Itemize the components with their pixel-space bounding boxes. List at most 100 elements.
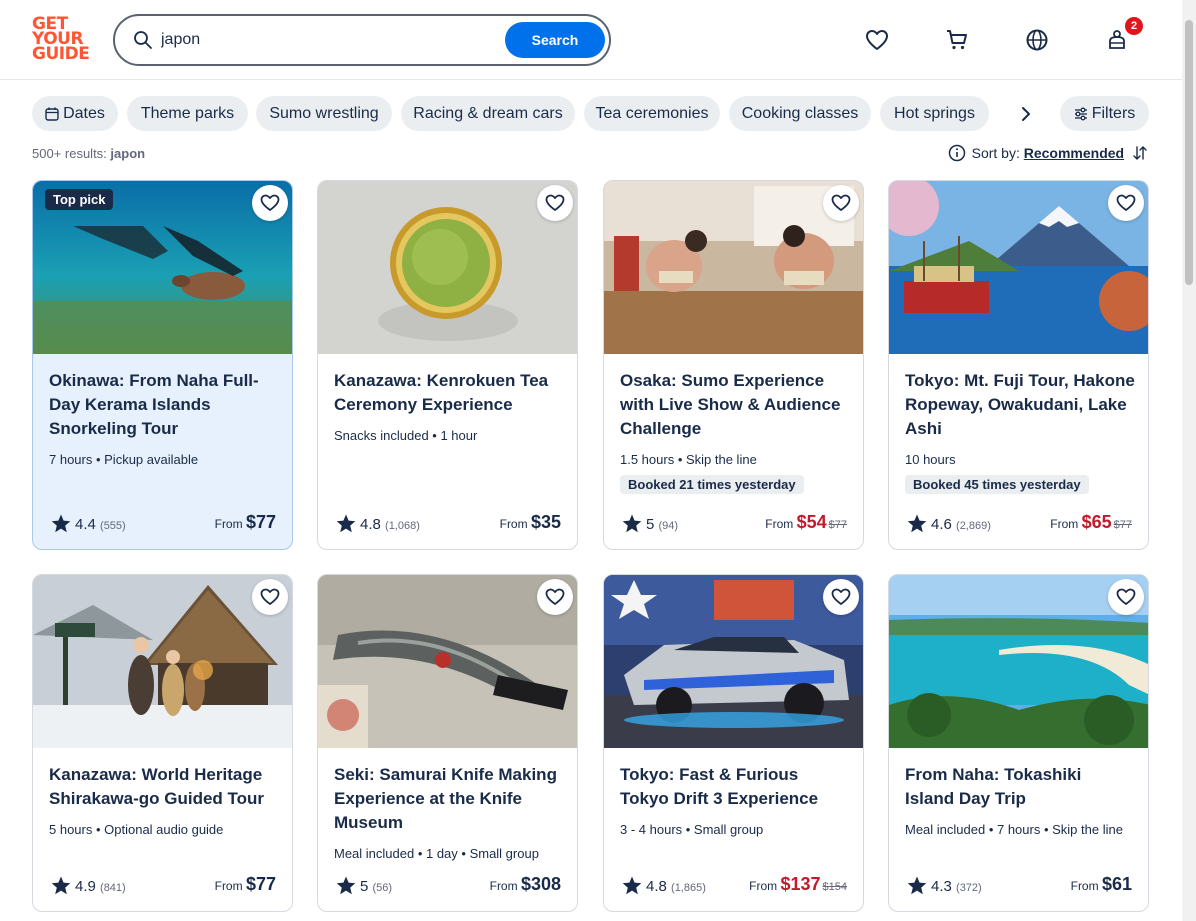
- activity-card[interactable]: From Naha: Tokashiki Island Day Trip Mea…: [888, 574, 1149, 912]
- filters-label: Filters: [1091, 105, 1136, 122]
- activity-meta: 3 - 4 hours • Small group: [620, 822, 764, 837]
- booked-yesterday-label: Booked 21 times yesterday: [620, 475, 804, 494]
- wishlist-button[interactable]: [252, 579, 288, 615]
- activity-price: From $54 $77: [765, 512, 847, 533]
- original-price: $77: [828, 519, 847, 531]
- activity-title[interactable]: Seki: Samurai Knife Making Experience at…: [334, 763, 564, 835]
- activity-card[interactable]: Kanazawa: Kenrokuen Tea Ceremony Experie…: [317, 180, 578, 550]
- review-count: (372): [956, 882, 982, 894]
- filters-button[interactable]: Filters: [1060, 96, 1149, 131]
- info-icon[interactable]: [948, 144, 966, 162]
- price-prefix: From: [214, 517, 243, 531]
- sort-control[interactable]: Sort by: Recommended: [948, 144, 1148, 162]
- search-button[interactable]: Search: [505, 22, 605, 58]
- star-icon: [907, 514, 927, 533]
- price-amount: $77: [245, 874, 276, 894]
- rating-value: 4.3: [931, 878, 952, 895]
- rating-value: 4.8: [646, 878, 667, 895]
- rating-value: 5: [646, 516, 655, 533]
- filter-chips: Dates Theme parks Sumo wrestling Racing …: [32, 96, 1152, 132]
- activity-title[interactable]: Okinawa: From Naha Full-Day Kerama Islan…: [49, 369, 279, 441]
- activity-meta: 7 hours • Pickup available: [49, 452, 199, 467]
- chevron-right-icon[interactable]: [1014, 104, 1038, 124]
- globe-icon[interactable]: [1024, 27, 1050, 53]
- activity-rating: 5 (94): [622, 514, 678, 533]
- sort-value[interactable]: Recommended: [1024, 145, 1124, 161]
- wishlist-button[interactable]: [823, 185, 859, 221]
- price-prefix: From: [765, 517, 794, 531]
- chip-label: Racing & dream cars: [413, 105, 563, 122]
- activity-rating: 4.9 (841): [51, 876, 126, 895]
- rating-value: 4.9: [75, 878, 96, 895]
- review-count: (2,869): [956, 520, 991, 532]
- review-count: (56): [372, 882, 393, 894]
- activity-card[interactable]: Tokyo: Mt. Fuji Tour, Hakone Ropeway, Ow…: [888, 180, 1149, 550]
- heart-icon: [831, 588, 851, 605]
- activity-card[interactable]: Seki: Samurai Knife Making Experience at…: [317, 574, 578, 912]
- sort-arrows-icon[interactable]: [1132, 145, 1148, 161]
- activity-meta: Snacks included • 1 hour: [334, 428, 478, 443]
- chip-theme-parks[interactable]: Theme parks: [127, 96, 248, 131]
- review-count: (841): [100, 882, 126, 894]
- activity-meta: 10 hours: [905, 452, 956, 467]
- price-prefix: From: [1070, 879, 1099, 893]
- activity-title[interactable]: Osaka: Sumo Experience with Live Show & …: [620, 369, 850, 441]
- heart-icon: [1116, 194, 1136, 211]
- chip-tea-ceremonies[interactable]: Tea ceremonies: [584, 96, 720, 131]
- activity-title[interactable]: Kanazawa: World Heritage Shirakawa-go Gu…: [49, 763, 279, 811]
- wishlist-button[interactable]: [1108, 579, 1144, 615]
- chip-label: Sumo wrestling: [269, 105, 379, 122]
- activity-card[interactable]: Tokyo: Fast & Furious Tokyo Drift 3 Expe…: [603, 574, 864, 912]
- activity-card[interactable]: Osaka: Sumo Experience with Live Show & …: [603, 180, 864, 550]
- activity-title[interactable]: Tokyo: Fast & Furious Tokyo Drift 3 Expe…: [620, 763, 850, 811]
- chip-racing-dream-cars[interactable]: Racing & dream cars: [401, 96, 575, 131]
- price-amount: $65: [1081, 512, 1112, 532]
- cart-icon[interactable]: [944, 27, 970, 53]
- activity-rating: 4.6 (2,869): [907, 514, 991, 533]
- results-query: japon: [110, 146, 146, 161]
- activity-price: From $35: [500, 512, 561, 533]
- page-scrollbar[interactable]: [1182, 0, 1196, 921]
- review-count: (94): [658, 520, 679, 532]
- activity-rating: 5 (56): [336, 876, 392, 895]
- star-icon: [907, 876, 927, 895]
- activity-price: From $61: [1071, 874, 1132, 895]
- rating-value: 4.6: [931, 516, 952, 533]
- scrollbar-thumb[interactable]: [1185, 20, 1193, 285]
- chip-hot-springs[interactable]: Hot springs: [880, 96, 989, 131]
- review-count: (1,865): [671, 882, 706, 894]
- heart-icon: [260, 194, 280, 211]
- getyourguide-logo[interactable]: GET YOUR GUIDE: [32, 16, 90, 64]
- wishlist-heart-icon[interactable]: [864, 27, 890, 53]
- search-input[interactable]: [161, 28, 491, 52]
- star-icon: [622, 514, 642, 533]
- wishlist-button[interactable]: [537, 579, 573, 615]
- wishlist-button[interactable]: [537, 185, 573, 221]
- chip-label: Dates: [63, 105, 105, 122]
- activity-title[interactable]: From Naha: Tokashiki Island Day Trip: [905, 763, 1135, 811]
- chip-sumo-wrestling[interactable]: Sumo wrestling: [256, 96, 392, 131]
- chip-label: Hot springs: [894, 105, 975, 122]
- star-icon: [51, 514, 71, 533]
- price-prefix: From: [499, 517, 528, 531]
- activity-card[interactable]: Kanazawa: World Heritage Shirakawa-go Gu…: [32, 574, 293, 912]
- price-amount: $54: [796, 512, 827, 532]
- activity-title[interactable]: Kanazawa: Kenrokuen Tea Ceremony Experie…: [334, 369, 564, 417]
- wishlist-button[interactable]: [1108, 185, 1144, 221]
- chip-dates[interactable]: Dates: [32, 96, 118, 131]
- activity-meta: Meal included • 7 hours • Skip the line: [905, 822, 1123, 837]
- price-prefix: From: [1050, 517, 1079, 531]
- price-prefix: From: [214, 879, 243, 893]
- wishlist-button[interactable]: [252, 185, 288, 221]
- activity-card[interactable]: Top pick Okinawa: From Naha Full-Day Ker…: [32, 180, 293, 550]
- star-icon: [622, 876, 642, 895]
- logo-line-3: GUIDE: [32, 44, 90, 64]
- rating-value: 5: [360, 878, 369, 895]
- wishlist-button[interactable]: [823, 579, 859, 615]
- chip-cooking-classes[interactable]: Cooking classes: [729, 96, 871, 131]
- sort-label: Sort by:: [971, 145, 1020, 161]
- activity-title[interactable]: Tokyo: Mt. Fuji Tour, Hakone Ropeway, Ow…: [905, 369, 1135, 441]
- review-count: (1,068): [385, 520, 420, 532]
- activity-price: From $137 $154: [749, 874, 847, 895]
- rating-value: 4.4: [75, 516, 96, 533]
